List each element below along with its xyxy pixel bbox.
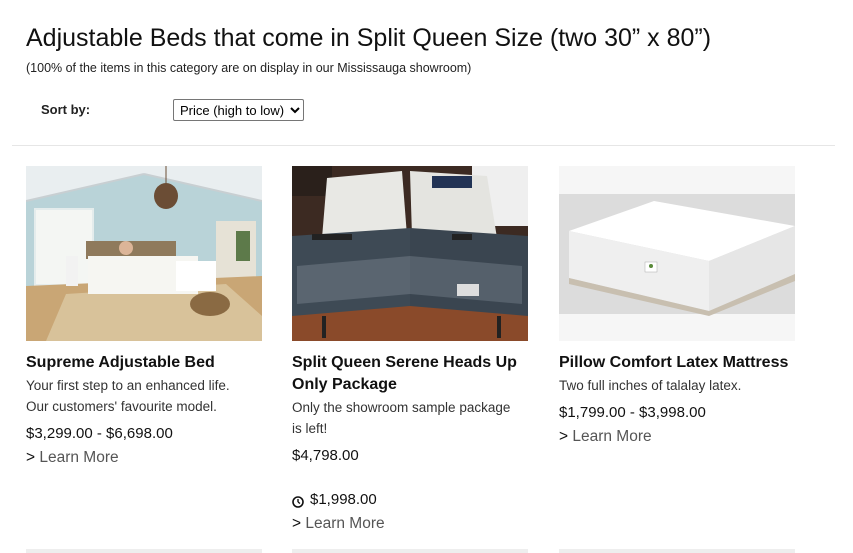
product-description: Your first step to an enhanced life. Our…	[26, 375, 266, 417]
sort-label: Sort by:	[41, 102, 91, 117]
product-description: Only the showroom sample package is left…	[292, 397, 532, 439]
learn-more-text: Learn More	[305, 515, 385, 532]
product-title[interactable]: Pillow Comfort Latex Mattress	[559, 352, 799, 374]
description-line: Our customers' favourite model.	[26, 399, 217, 414]
title-line: Split Queen Serene Heads Up	[292, 354, 517, 371]
product-price: $3,299.00 - $6,698.00	[26, 425, 173, 442]
arrow-icon: >	[559, 428, 573, 445]
product-card-pillow-comfort-latex: Pillow Comfort Latex Mattress Two full i…	[559, 166, 799, 447]
product-price: $4,798.00	[292, 447, 359, 464]
title-line: Only Package	[292, 376, 397, 393]
page-title: Adjustable Beds that come in Split Queen…	[26, 24, 712, 52]
sale-price-row: $1,998.00	[292, 490, 532, 510]
description-line: Two full inches of talalay latex.	[559, 378, 742, 393]
next-row-card-edge	[559, 549, 795, 553]
learn-more-link[interactable]: > Learn More	[292, 514, 532, 534]
next-row-card-edge	[26, 549, 262, 553]
description-line: Only the showroom sample package	[292, 400, 511, 415]
product-card-supreme-adjustable-bed: Supreme Adjustable Bed Your first step t…	[26, 166, 266, 468]
description-line: Your first step to an enhanced life.	[26, 378, 230, 393]
learn-more-link[interactable]: > Learn More	[26, 448, 266, 468]
learn-more-text: Learn More	[39, 449, 119, 466]
learn-more-link[interactable]: > Learn More	[559, 427, 799, 447]
arrow-icon: >	[26, 449, 40, 466]
sort-select[interactable]: Price (high to low)	[173, 99, 304, 121]
divider	[12, 145, 835, 146]
product-title[interactable]: Split Queen Serene Heads Up Only Package	[292, 352, 532, 396]
product-description: Two full inches of talalay latex.	[559, 375, 799, 396]
product-image-mattress[interactable]	[559, 166, 795, 341]
product-card-split-queen-serene: Split Queen Serene Heads Up Only Package…	[292, 166, 532, 534]
product-image-bedroom[interactable]	[26, 166, 262, 341]
arrow-icon: >	[292, 515, 306, 532]
next-row-card-edge	[292, 549, 528, 553]
product-image-split-queen[interactable]	[292, 166, 528, 341]
description-line: is left!	[292, 421, 328, 436]
product-title[interactable]: Supreme Adjustable Bed	[26, 352, 266, 374]
product-price: $1,799.00 - $3,998.00	[559, 404, 706, 421]
clock-icon	[292, 494, 304, 508]
page-subtitle: (100% of the items in this category are …	[26, 61, 472, 75]
learn-more-text: Learn More	[572, 428, 652, 445]
sale-price: $1,998.00	[310, 491, 377, 508]
